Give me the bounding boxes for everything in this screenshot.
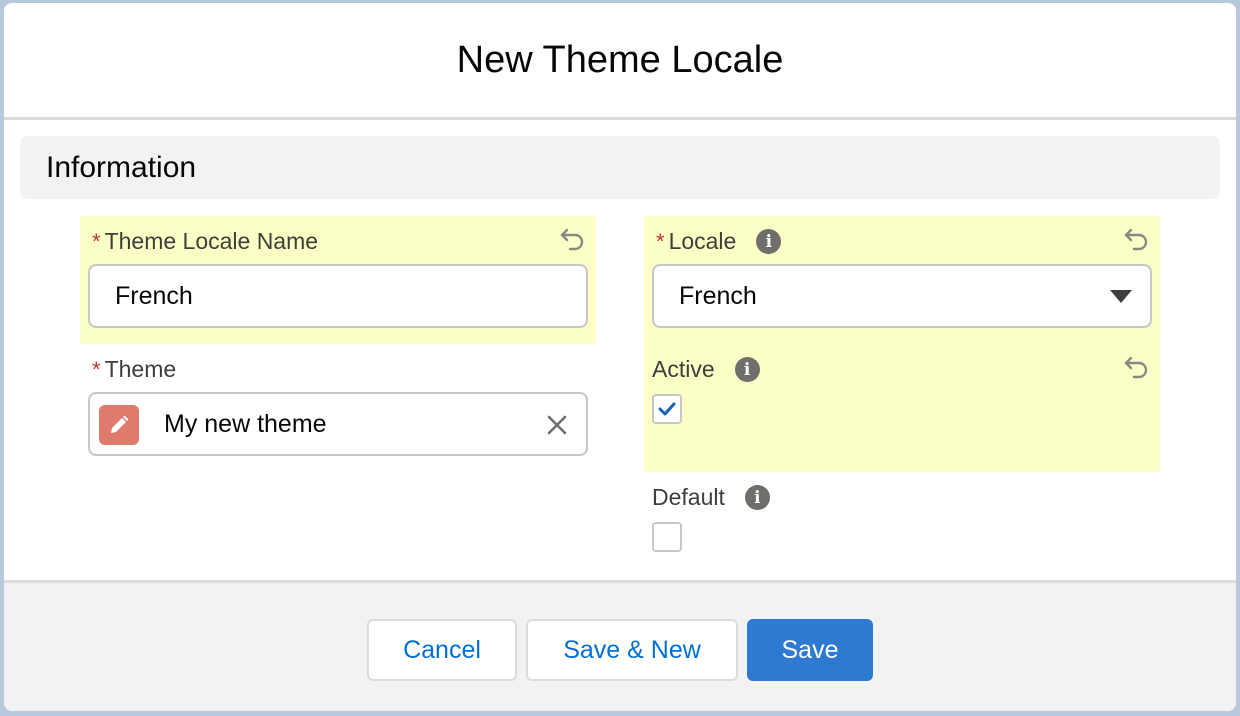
- theme-locale-name-label-text: Theme Locale Name: [104, 228, 319, 254]
- caret-down-icon: [1110, 290, 1132, 303]
- save-and-new-button[interactable]: Save & New: [526, 619, 738, 681]
- locale-field: * Locale i French: [644, 216, 1160, 344]
- modal: New Theme Locale Information * Theme Loc…: [4, 3, 1236, 711]
- undo-icon[interactable]: [1122, 224, 1152, 254]
- required-marker: *: [656, 228, 665, 254]
- checkmark-icon: [658, 402, 676, 416]
- default-label: Default i: [652, 484, 770, 511]
- modal-footer: Cancel Save & New Save: [4, 580, 1236, 711]
- theme-locale-name-input[interactable]: French: [88, 264, 588, 328]
- default-field: Default i: [644, 472, 1160, 572]
- active-field: Active i: [644, 344, 1160, 472]
- default-checkbox[interactable]: [652, 522, 682, 552]
- active-label-text: Active: [652, 356, 715, 382]
- undo-icon[interactable]: [558, 224, 588, 254]
- section-header-information[interactable]: Information: [20, 136, 1220, 199]
- locale-label: * Locale i: [656, 228, 782, 255]
- info-icon[interactable]: i: [756, 229, 782, 254]
- info-icon[interactable]: i: [744, 485, 770, 510]
- active-checkbox[interactable]: [652, 394, 682, 424]
- modal-title: New Theme Locale: [456, 38, 784, 81]
- theme-locale-name-field: * Theme Locale Name French: [80, 216, 596, 344]
- active-label: Active i: [652, 356, 760, 383]
- theme-locale-name-value: French: [115, 281, 193, 310]
- theme-lookup-pill[interactable]: My new theme: [88, 392, 588, 456]
- theme-field: * Theme My new theme: [80, 344, 596, 464]
- cancel-button[interactable]: Cancel: [367, 619, 517, 681]
- section-title: Information: [46, 150, 197, 184]
- pencil-icon: [99, 405, 139, 445]
- undo-icon[interactable]: [1122, 352, 1152, 382]
- theme-value: My new theme: [164, 409, 327, 438]
- locale-value: French: [679, 281, 757, 310]
- theme-label: * Theme: [92, 356, 176, 383]
- theme-label-text: Theme: [104, 356, 177, 382]
- clear-icon[interactable]: [546, 414, 568, 436]
- save-button[interactable]: Save: [747, 619, 873, 681]
- theme-locale-name-label: * Theme Locale Name: [92, 228, 318, 255]
- locale-label-text: Locale: [668, 228, 737, 254]
- modal-header: New Theme Locale: [4, 3, 1236, 120]
- default-label-text: Default: [652, 484, 725, 510]
- info-icon[interactable]: i: [734, 357, 760, 382]
- required-marker: *: [92, 356, 101, 382]
- locale-select[interactable]: French: [652, 264, 1152, 328]
- required-marker: *: [92, 228, 101, 254]
